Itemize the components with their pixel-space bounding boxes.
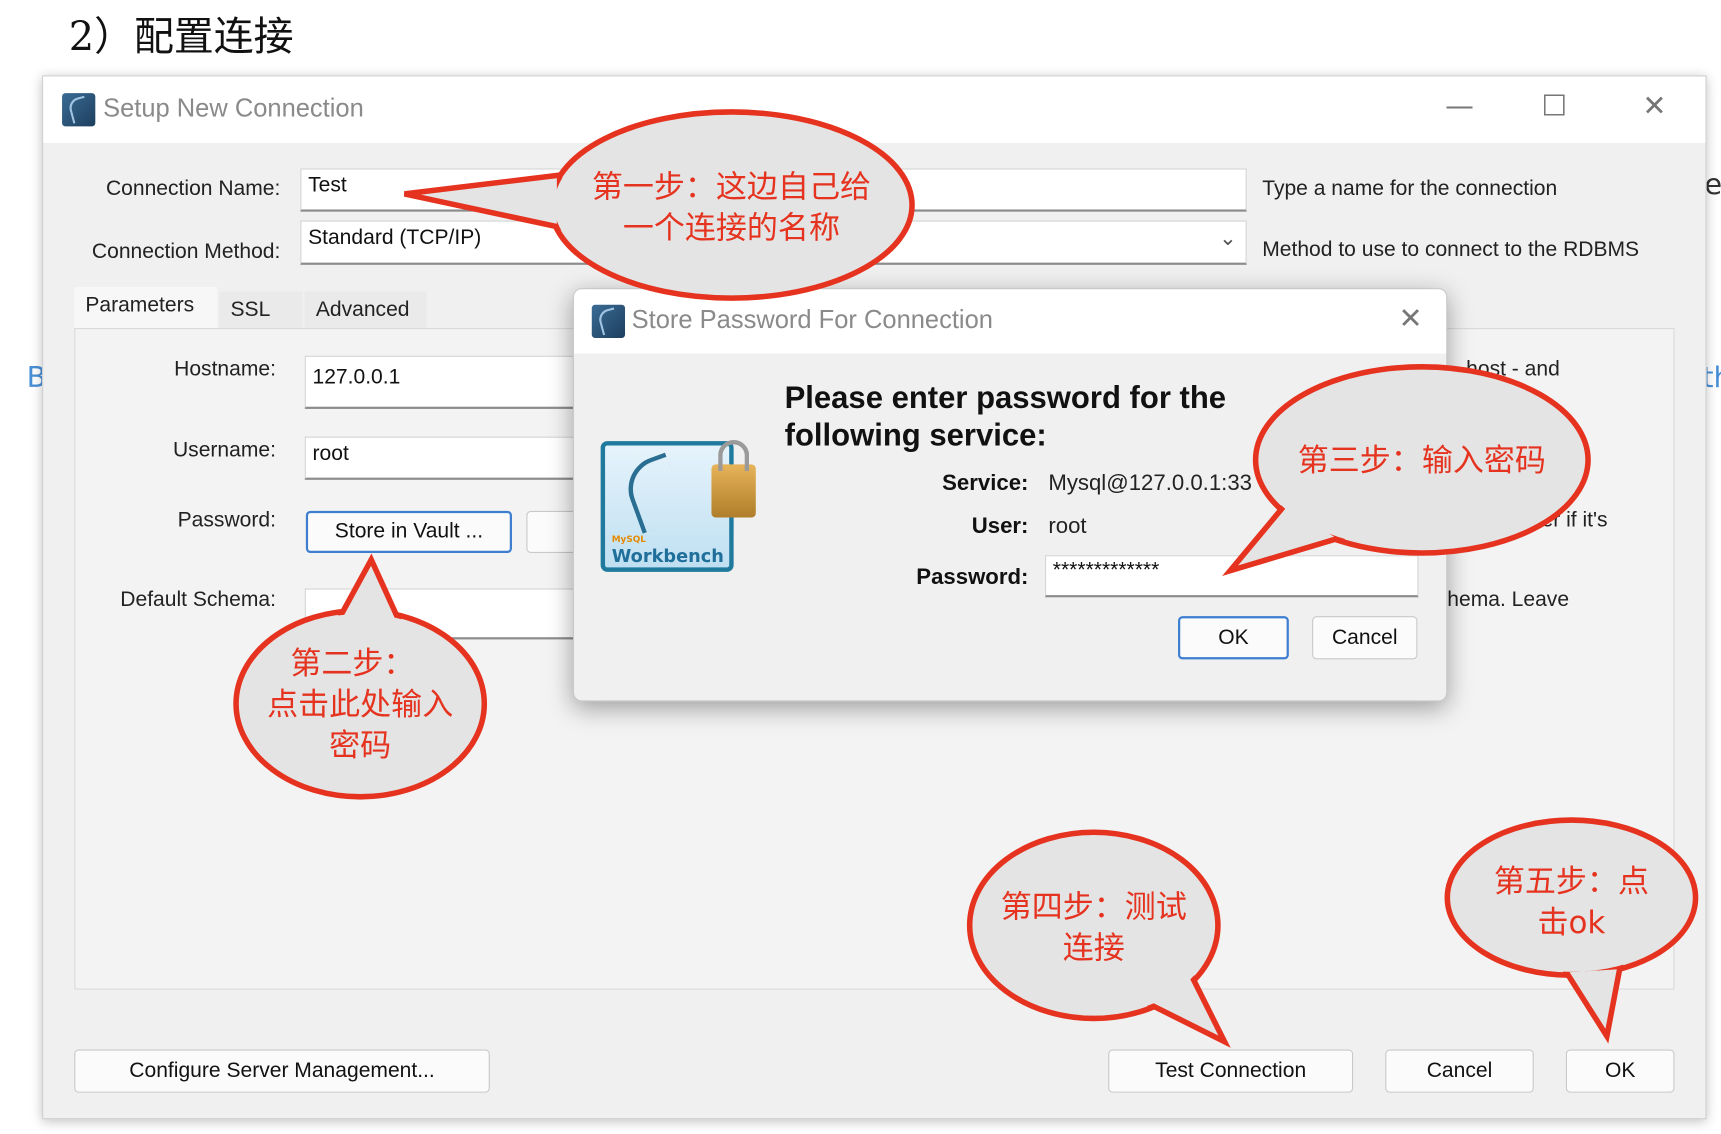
callout-text: 连接 xyxy=(1063,931,1125,967)
callout-text: 密码 xyxy=(329,728,391,764)
callout-text: 击ok xyxy=(1537,905,1605,941)
callout-text: 点击此处输入 xyxy=(267,687,453,723)
callout-text: 一个连接的名称 xyxy=(623,210,840,246)
callout-text: 第二步： xyxy=(290,646,414,682)
callout-step-2: 第二步： 点击此处输入 密码 xyxy=(233,553,488,800)
annotation-callouts: 第一步：这边自己给 一个连接的名称 第二步： 点击此处输入 密码 第三步：输入密… xyxy=(233,109,1699,1048)
callout-text: 第五步：点 xyxy=(1494,864,1649,900)
callout-step-3: 第三步：输入密码 xyxy=(1222,364,1591,577)
callout-text: 第四步：测试 xyxy=(1001,890,1187,926)
callout-step-1: 第一步：这边自己给 一个连接的名称 xyxy=(403,109,915,301)
callout-text: 第三步：输入密码 xyxy=(1298,443,1546,479)
callout-step-5: 第五步：点 击ok xyxy=(1444,817,1699,1044)
callout-text: 第一步：这边自己给 xyxy=(592,169,871,205)
callout-step-4: 第四步：测试 连接 xyxy=(966,829,1231,1048)
